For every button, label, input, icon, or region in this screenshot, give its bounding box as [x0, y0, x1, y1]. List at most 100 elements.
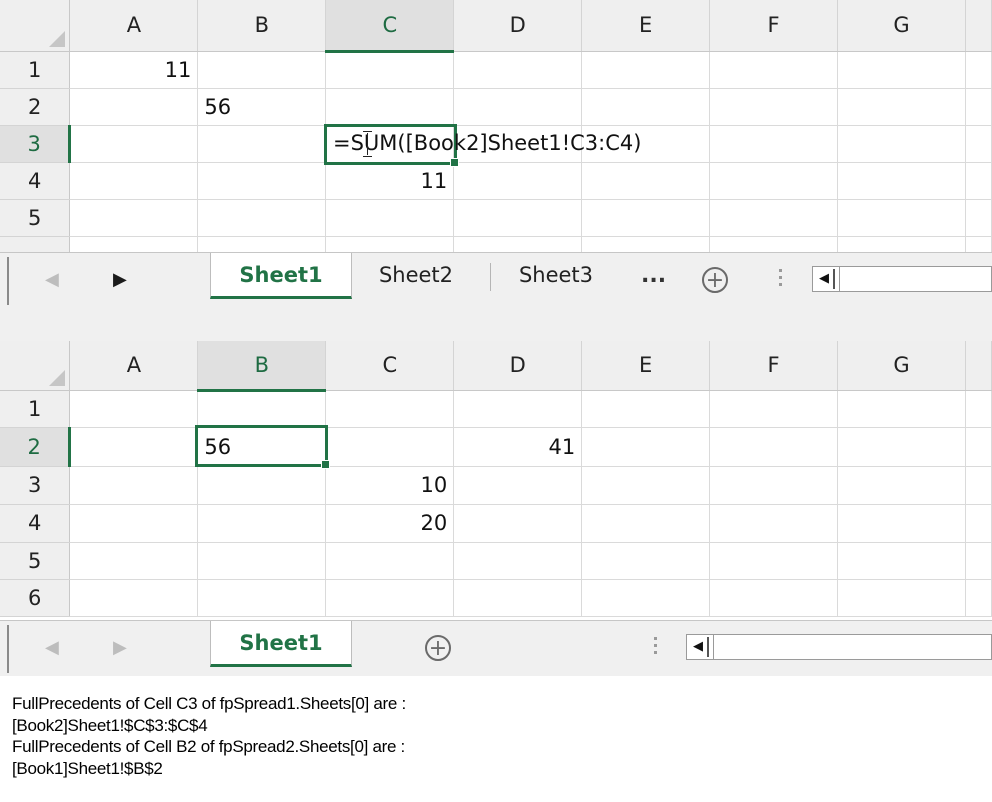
- cell-c3[interactable]: 10: [325, 466, 455, 505]
- cell-b4[interactable]: [197, 504, 327, 543]
- cell-b4[interactable]: [197, 162, 327, 200]
- cell-e4[interactable]: [581, 504, 711, 543]
- cell-e4[interactable]: [581, 162, 711, 200]
- column-header-d[interactable]: D: [453, 341, 583, 391]
- cell-a5[interactable]: [69, 542, 199, 580]
- cell-e2[interactable]: [581, 88, 711, 126]
- cell-a4[interactable]: [69, 504, 199, 543]
- cell-d2[interactable]: [453, 88, 583, 126]
- add-sheet-button[interactable]: +: [702, 267, 728, 293]
- column-header-g[interactable]: G: [837, 0, 966, 52]
- cell-d4[interactable]: [453, 504, 583, 543]
- scroll-tabs-right-icon[interactable]: ▶: [113, 269, 127, 290]
- cell-g3[interactable]: [837, 466, 966, 505]
- cell-g3[interactable]: [837, 125, 966, 163]
- cell-h6[interactable]: [965, 579, 992, 617]
- tab-sheet3[interactable]: Sheet3: [500, 253, 612, 299]
- cell-h1[interactable]: [965, 390, 992, 428]
- cell-d4[interactable]: [453, 162, 583, 200]
- cell-g4[interactable]: [837, 162, 966, 200]
- cell-c6[interactable]: [325, 579, 455, 617]
- scroll-left-arrow-icon[interactable]: ◀: [815, 269, 835, 289]
- cell-b2[interactable]: 56: [197, 88, 327, 126]
- scroll-thumb[interactable]: [839, 267, 876, 291]
- cell-a1[interactable]: 11: [69, 51, 199, 89]
- cell-h2[interactable]: [965, 88, 992, 126]
- cell-g2[interactable]: [837, 427, 966, 467]
- column-header-a[interactable]: A: [69, 341, 199, 391]
- cell-d2[interactable]: 41: [453, 427, 583, 467]
- row-header-2[interactable]: 2: [0, 88, 71, 126]
- cell-c1[interactable]: [325, 51, 455, 89]
- cell-a4[interactable]: [69, 162, 199, 200]
- cell-e5[interactable]: [581, 199, 711, 237]
- cell-h1[interactable]: [965, 51, 992, 89]
- cell-a5[interactable]: [69, 199, 199, 237]
- cell-f2[interactable]: [709, 427, 839, 467]
- cell-c1[interactable]: [325, 390, 455, 428]
- cell-b5[interactable]: [197, 199, 327, 237]
- tab-sheet2[interactable]: Sheet2: [356, 253, 476, 299]
- cell-c3-formula-editor[interactable]: =SUM([Book2]Sheet1!C3:C4): [333, 131, 641, 155]
- cell-d5[interactable]: [453, 542, 583, 580]
- cell-e5[interactable]: [581, 542, 711, 580]
- row-header-3[interactable]: 3: [0, 125, 72, 163]
- column-header-b[interactable]: B: [197, 0, 327, 52]
- cell-c5[interactable]: [325, 199, 455, 237]
- cell-b5[interactable]: [197, 542, 327, 580]
- row-header-5[interactable]: 5: [0, 199, 71, 237]
- column-header-f[interactable]: F: [709, 341, 839, 391]
- tab-splitter-handle[interactable]: [779, 269, 783, 290]
- cell-a2[interactable]: [69, 88, 199, 126]
- column-header-a[interactable]: A: [69, 0, 199, 52]
- horizontal-scrollbar-2[interactable]: ◀: [686, 634, 992, 660]
- cell-b3[interactable]: [197, 125, 327, 163]
- cell-d1[interactable]: [453, 51, 583, 89]
- cell-g6[interactable]: [837, 579, 966, 617]
- spreadsheet-2[interactable]: A B C D E F G 1 2 56 41 3 10 4 20 5 6 ◀ …: [0, 341, 992, 678]
- cell-a3[interactable]: [69, 125, 199, 163]
- row-header-1[interactable]: 1: [0, 390, 71, 428]
- cell-f5[interactable]: [709, 199, 839, 237]
- cell-g4[interactable]: [837, 504, 966, 543]
- column-header-h[interactable]: [965, 341, 992, 391]
- cell-b3[interactable]: [197, 466, 327, 505]
- cell-f3[interactable]: [709, 466, 839, 505]
- row-header-3[interactable]: 3: [0, 466, 71, 505]
- cell-f2[interactable]: [709, 88, 839, 126]
- row-header-6[interactable]: 6: [0, 579, 71, 617]
- fill-handle[interactable]: [321, 460, 330, 469]
- row-header-4[interactable]: 4: [0, 504, 71, 543]
- scroll-tabs-right-icon[interactable]: ▶: [113, 637, 127, 658]
- cell-c4[interactable]: 20: [325, 504, 455, 543]
- cell-f4[interactable]: [709, 162, 839, 200]
- column-header-f[interactable]: F: [709, 0, 839, 52]
- add-sheet-button[interactable]: +: [425, 635, 451, 661]
- cell-g1[interactable]: [837, 51, 966, 89]
- cell-f6[interactable]: [709, 579, 839, 617]
- cell-g1[interactable]: [837, 390, 966, 428]
- fill-handle[interactable]: [450, 158, 459, 167]
- cell-e1[interactable]: [581, 51, 711, 89]
- cell-h5[interactable]: [965, 542, 992, 580]
- cell-g2[interactable]: [837, 88, 966, 126]
- cell-e1[interactable]: [581, 390, 711, 428]
- cell-h4[interactable]: [965, 162, 992, 200]
- cell-f1[interactable]: [709, 390, 839, 428]
- column-header-h[interactable]: [965, 0, 992, 52]
- cell-a1[interactable]: [69, 390, 199, 428]
- row-header-5[interactable]: 5: [0, 542, 71, 580]
- cell-f5[interactable]: [709, 542, 839, 580]
- cell-c4[interactable]: 11: [325, 162, 455, 200]
- scroll-tabs-left-icon[interactable]: ◀: [45, 269, 59, 290]
- active-cell-b2[interactable]: [195, 425, 330, 469]
- cell-f1[interactable]: [709, 51, 839, 89]
- tab-splitter-handle[interactable]: [654, 637, 658, 658]
- tab-sheet1[interactable]: Sheet1: [210, 621, 352, 667]
- cell-e2[interactable]: [581, 427, 711, 467]
- cell-f3[interactable]: [709, 125, 839, 163]
- tab-sheet1[interactable]: Sheet1: [210, 253, 352, 299]
- cell-a2[interactable]: [69, 427, 199, 467]
- cell-h5[interactable]: [965, 199, 992, 237]
- cell-g5[interactable]: [837, 542, 966, 580]
